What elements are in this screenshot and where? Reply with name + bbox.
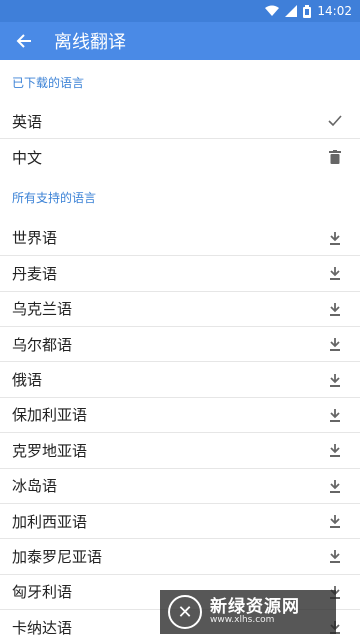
wifi-icon [265, 5, 280, 17]
language-label: 俄语 [12, 371, 43, 390]
supported-language-row[interactable]: 俄语 [0, 362, 360, 398]
page-title: 离线翻译 [54, 32, 126, 53]
language-label: 丹麦语 [12, 264, 58, 283]
download-icon[interactable] [326, 547, 344, 565]
supported-language-row[interactable]: 乌克兰语 [0, 292, 360, 327]
battery-icon [303, 4, 312, 18]
supported-section-header: 所有支持的语言 [12, 191, 97, 206]
watermark-logo-icon: ✕ [168, 595, 202, 629]
language-label: 世界语 [12, 229, 58, 248]
supported-language-row[interactable]: 世界语 [0, 221, 360, 257]
language-label: 加利西亚语 [12, 512, 88, 531]
supported-language-row[interactable]: 克罗地亚语 [0, 433, 360, 469]
status-time: 14:02 [317, 4, 352, 18]
status-bar: 14:02 [0, 0, 360, 22]
download-icon[interactable] [326, 441, 344, 459]
language-label: 冰岛语 [12, 477, 58, 496]
language-label: 英语 [12, 112, 43, 131]
download-icon[interactable] [326, 512, 344, 530]
signal-icon [285, 5, 298, 17]
supported-language-row[interactable]: 保加利亚语 [0, 398, 360, 434]
downloaded-section-header: 已下载的语言 [12, 75, 85, 90]
supported-language-row[interactable]: 冰岛语 [0, 469, 360, 504]
downloaded-language-row[interactable]: 英语 [0, 104, 360, 140]
download-icon[interactable] [326, 406, 344, 424]
language-label: 卡纳达语 [12, 618, 73, 637]
download-icon[interactable] [326, 264, 344, 282]
language-label: 保加利亚语 [12, 406, 88, 425]
supported-language-row[interactable]: 乌尔都语 [0, 327, 360, 363]
supported-language-row[interactable]: 加泰罗尼亚语 [0, 539, 360, 575]
trash-icon[interactable] [326, 148, 344, 166]
language-label: 中文 [12, 148, 43, 167]
language-label: 匈牙利语 [12, 583, 73, 602]
watermark: ✕ 新绿资源网 www.xlhs.com [160, 590, 336, 634]
check-icon [326, 112, 344, 130]
language-label: 乌克兰语 [12, 300, 73, 319]
back-arrow-icon[interactable] [12, 29, 36, 53]
language-label: 乌尔都语 [12, 335, 73, 354]
watermark-url: www.xlhs.com [210, 615, 275, 626]
app-bar: 离线翻译 [0, 22, 360, 60]
downloaded-language-row[interactable]: 中文 [0, 139, 360, 174]
supported-language-row[interactable]: 加利西亚语 [0, 504, 360, 540]
download-icon[interactable] [326, 335, 344, 353]
download-icon[interactable] [326, 477, 344, 495]
supported-language-row[interactable]: 丹麦语 [0, 256, 360, 292]
language-label: 加泰罗尼亚语 [12, 547, 103, 566]
watermark-title: 新绿资源网 [210, 596, 300, 617]
download-icon[interactable] [326, 229, 344, 247]
language-label: 克罗地亚语 [12, 441, 88, 460]
download-icon[interactable] [326, 300, 344, 318]
download-icon[interactable] [326, 371, 344, 389]
